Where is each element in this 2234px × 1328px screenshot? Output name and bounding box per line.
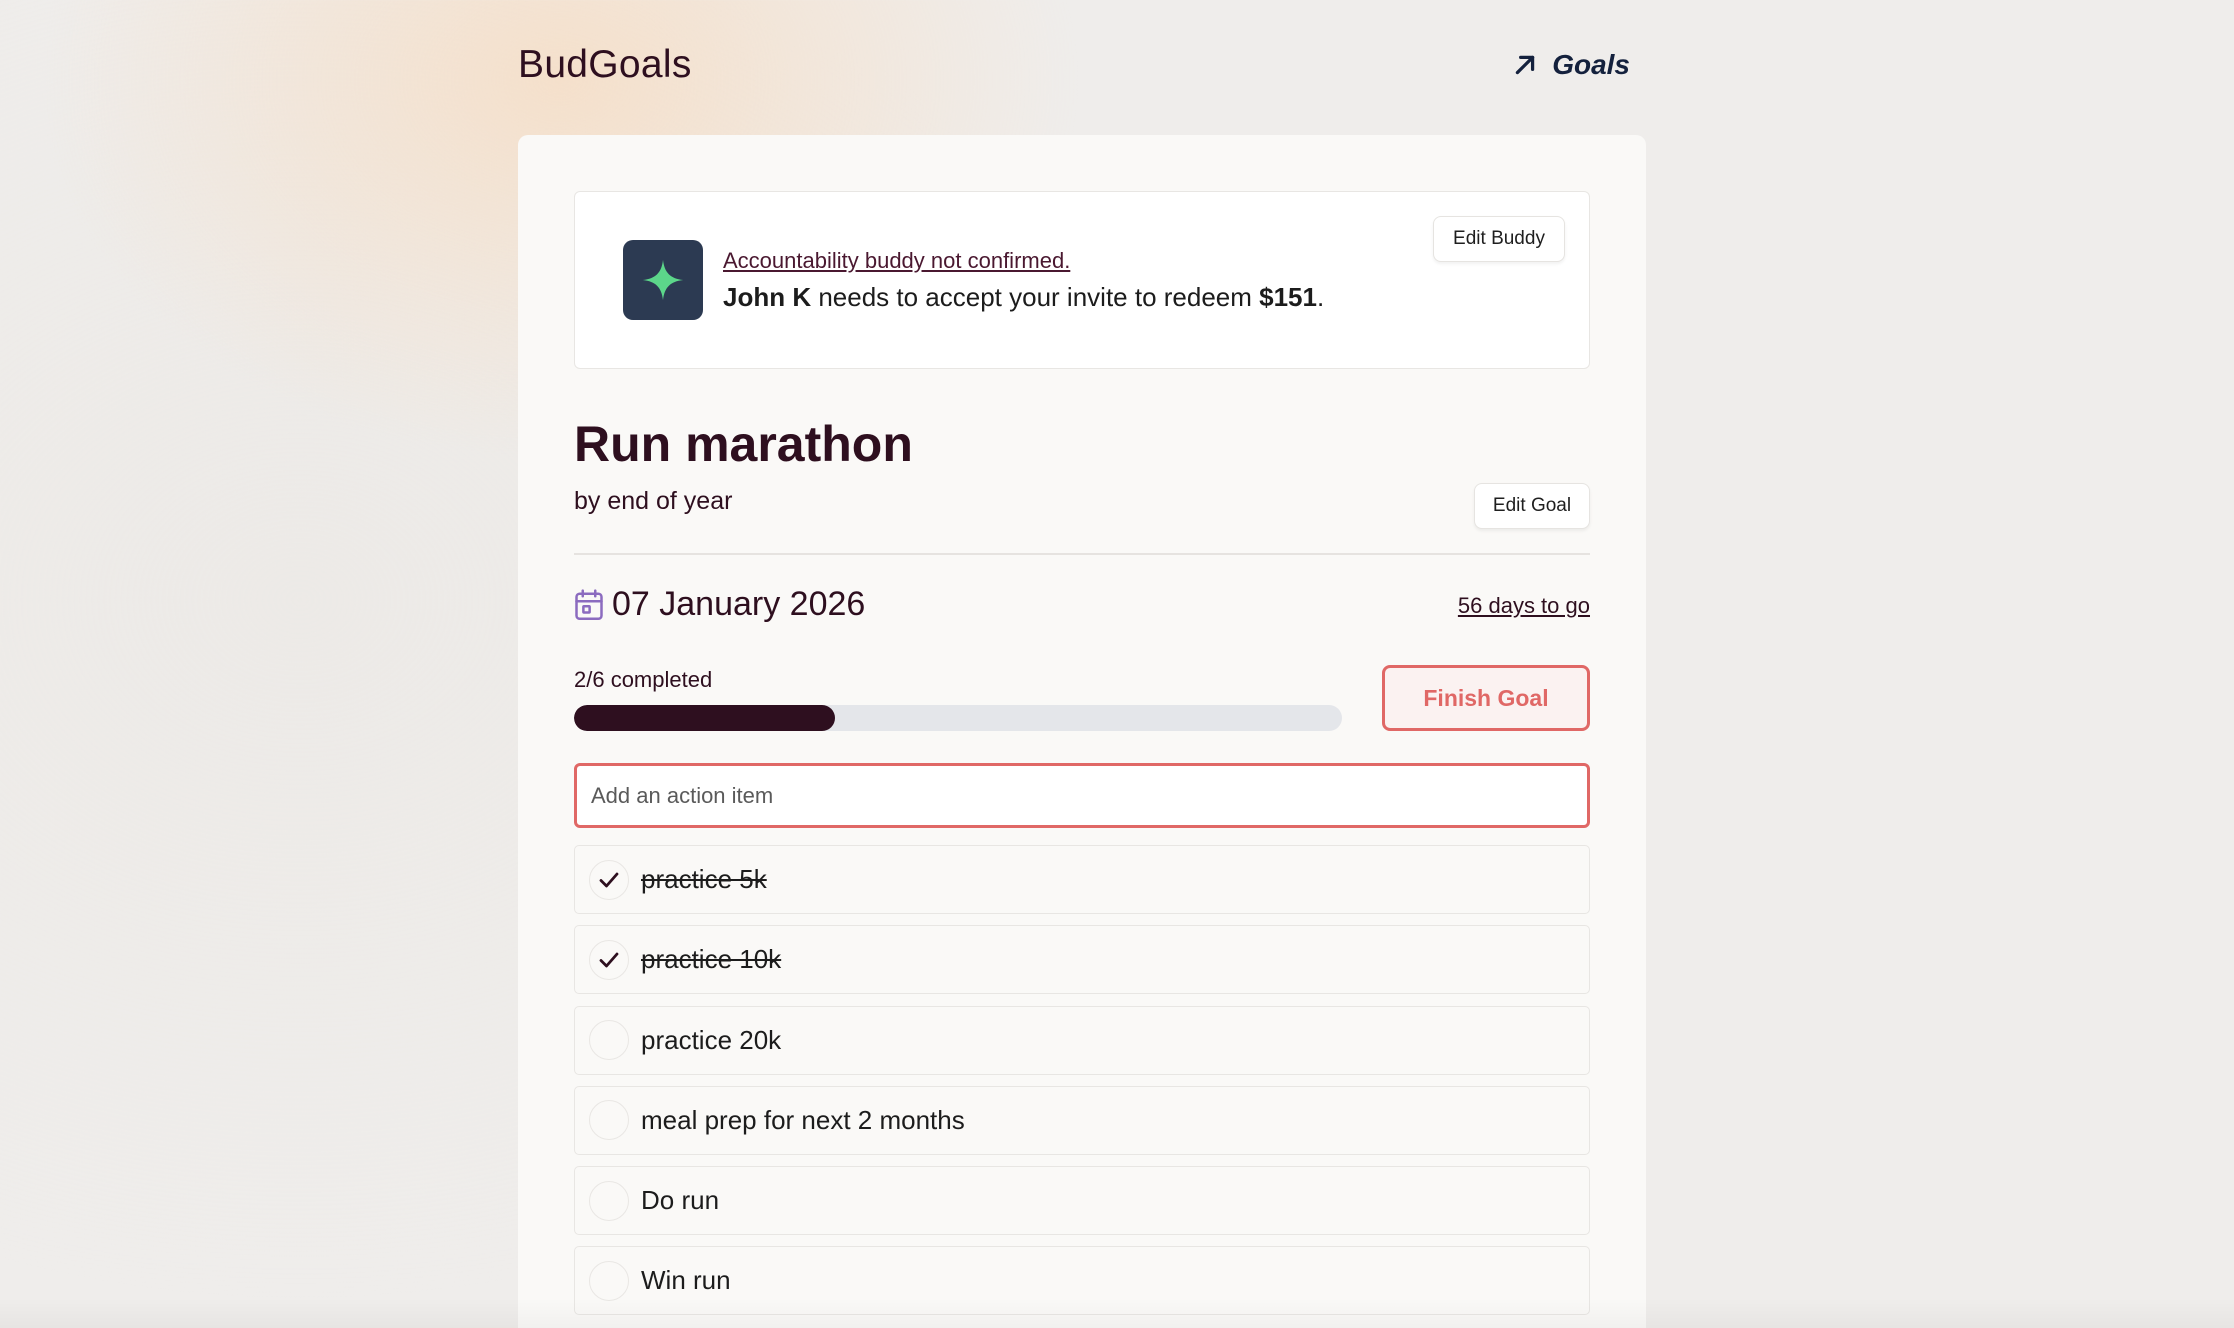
item-checkbox[interactable]: [589, 859, 629, 900]
buddy-text: Accountability buddy not confirmed. John…: [723, 248, 1324, 313]
action-item-label: meal prep for next 2 months: [641, 1104, 965, 1135]
progress-bar: [574, 705, 1342, 731]
add-action-item-input[interactable]: [574, 763, 1590, 828]
action-item[interactable]: practice 20k: [574, 1005, 1590, 1075]
arrow-up-right-icon: [1515, 55, 1535, 75]
buddy-message-end: .: [1316, 282, 1325, 312]
action-item[interactable]: practice 10k: [574, 925, 1590, 995]
buddy-banner: Accountability buddy not confirmed. John…: [574, 191, 1590, 369]
action-item[interactable]: practice 5k: [574, 845, 1590, 914]
action-items-list: practice 5k practice 10k practice 20k me…: [574, 845, 1590, 1327]
action-item-label: Win run: [641, 1265, 731, 1296]
brand-logo[interactable]: BudGoals: [518, 43, 692, 87]
divider: [574, 553, 1590, 555]
item-checkbox[interactable]: [589, 939, 629, 980]
action-item[interactable]: Win run: [574, 1246, 1590, 1316]
redeem-amount: $151: [1259, 282, 1317, 312]
buddy-logo: [623, 240, 703, 320]
buddy-name: John K: [723, 282, 812, 312]
finish-goal-button[interactable]: Finish Goal: [1382, 665, 1590, 731]
goal-card: Accountability buddy not confirmed. John…: [518, 135, 1646, 1328]
goals-nav-label: Goals: [1552, 49, 1630, 80]
days-to-go-link[interactable]: 56 days to go: [1458, 593, 1590, 619]
calendar-icon: [575, 588, 603, 620]
action-item[interactable]: meal prep for next 2 months: [574, 1085, 1590, 1155]
edit-buddy-button[interactable]: Edit Buddy: [1433, 216, 1565, 262]
item-checkbox[interactable]: [589, 1180, 629, 1221]
goal-title: Run marathon: [574, 416, 913, 472]
checkmark-icon: [599, 952, 619, 968]
item-checkbox[interactable]: [589, 1260, 629, 1301]
buddy-message-middle: needs to accept your invite to redeem: [811, 282, 1260, 312]
action-item-label: practice 20k: [641, 1024, 782, 1055]
goal-date-row: 07 January 2026: [574, 585, 865, 624]
action-item-label: practice 5k: [641, 864, 767, 894]
item-checkbox[interactable]: [589, 1100, 629, 1141]
goals-nav-link[interactable]: Goals: [1512, 49, 1630, 81]
progress-label: 2/6 completed: [574, 667, 713, 692]
action-item-label: practice 10k: [641, 944, 782, 975]
buddy-status-link[interactable]: Accountability buddy not confirmed.: [723, 248, 1324, 274]
progress-bar-fill: [574, 705, 836, 731]
action-item[interactable]: Do run: [574, 1166, 1590, 1236]
sparkle-star-icon: [642, 259, 684, 301]
top-bar: BudGoals Goals: [518, 40, 1646, 90]
item-checkbox[interactable]: [589, 1020, 629, 1061]
buddy-message: John K needs to accept your invite to re…: [723, 282, 1324, 313]
goal-subtitle: by end of year: [574, 487, 733, 515]
goal-date: 07 January 2026: [612, 585, 866, 623]
action-item-label: Do run: [641, 1185, 720, 1216]
checkmark-icon: [599, 872, 619, 887]
edit-goal-button[interactable]: Edit Goal: [1474, 483, 1590, 529]
